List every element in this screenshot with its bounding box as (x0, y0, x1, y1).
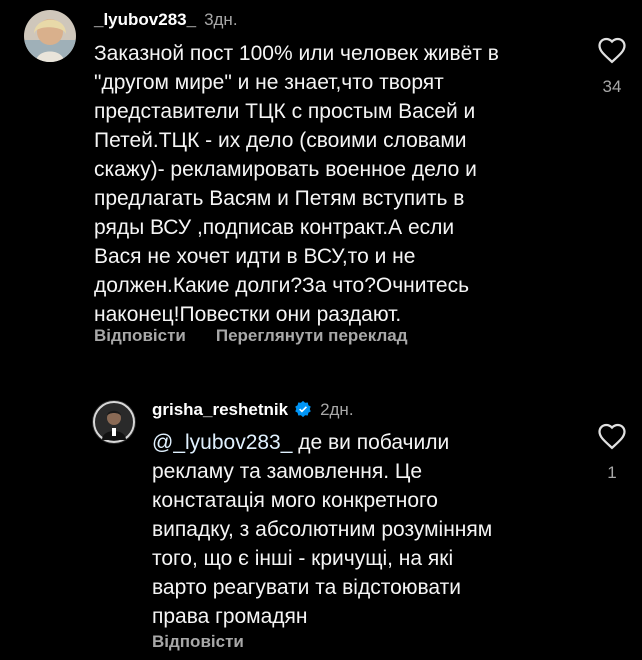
comment: _lyubov283_ 3дн. Заказной пост 100% или ч… (0, 0, 642, 380)
username[interactable]: _lyubov283_ (94, 10, 196, 29)
reply-body: де ви побачили рекламу та замовлення. Це… (152, 431, 493, 628)
like-button[interactable]: 1 (592, 422, 632, 483)
heart-icon (598, 423, 626, 450)
reply-comment: grisha_reshetnik 2дн. @_lyubov283_ де ви … (0, 380, 642, 660)
reply-button[interactable]: Відповісти (152, 632, 244, 651)
comment-meta: grisha_reshetnik 2дн. (152, 399, 354, 421)
reply-button[interactable]: Відповісти (94, 326, 186, 345)
like-count: 1 (607, 463, 617, 482)
like-button[interactable]: 34 (592, 36, 632, 97)
comment-meta: _lyubov283_ 3дн. (94, 9, 238, 31)
comment-actions: Відповісти Переглянути переклад (94, 326, 438, 346)
like-count: 34 (602, 77, 622, 96)
heart-icon (598, 37, 626, 64)
user-photo-avatar-icon (92, 400, 136, 444)
username[interactable]: grisha_reshetnik (152, 400, 288, 419)
timestamp: 2дн. (320, 400, 354, 419)
comment-text: Заказной пост 100% или человек живёт в "… (94, 42, 499, 326)
see-translation-button[interactable]: Переглянути переклад (216, 326, 408, 345)
comment-actions: Відповісти (152, 632, 274, 652)
avatar[interactable] (92, 400, 136, 444)
verified-badge-icon (295, 400, 311, 418)
avatar[interactable] (24, 10, 76, 62)
mention-link[interactable]: @_lyubov283_ (152, 431, 292, 454)
reply-text: @_lyubov283_ де ви побачили рекламу та з… (152, 428, 592, 631)
user-photo-avatar-icon (24, 10, 76, 62)
timestamp: 3дн. (204, 10, 238, 29)
